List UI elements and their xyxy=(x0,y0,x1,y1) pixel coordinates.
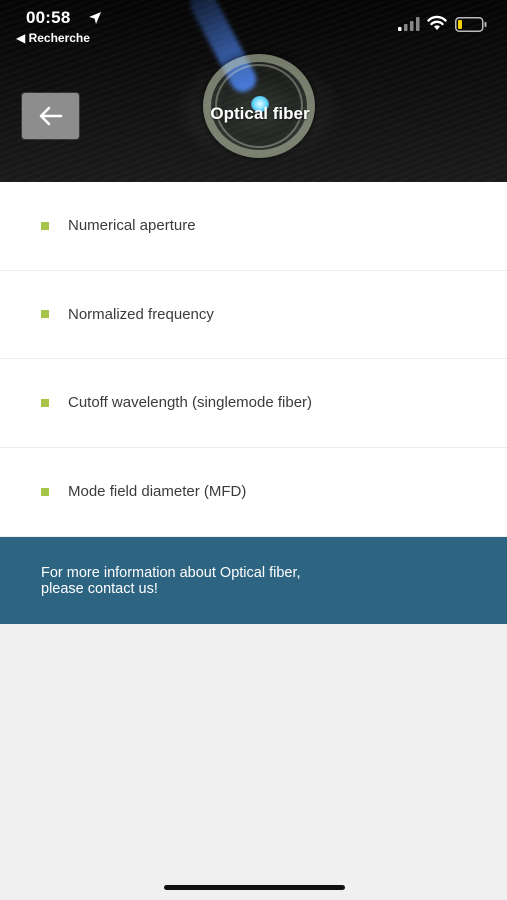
location-arrow-icon xyxy=(89,12,101,24)
bullet-icon xyxy=(41,398,49,407)
back-to-app-link[interactable]: ◀ Recherche xyxy=(16,31,90,45)
screen: 00:58 ◀ Recherche Optical fiber Numerica… xyxy=(0,0,507,900)
list-item-label: Normalized frequency xyxy=(68,305,214,323)
home-indicator[interactable] xyxy=(164,885,345,890)
contact-banner[interactable]: For more information about Optical fiber… xyxy=(0,537,507,624)
cellular-signal-icon xyxy=(398,17,420,31)
list-item-cutoff-wavelength[interactable]: Cutoff wavelength (singlemode fiber) xyxy=(0,359,507,448)
list-item-label: Mode field diameter (MFD) xyxy=(68,483,247,501)
list-item-label: Numerical aperture xyxy=(68,217,196,235)
list-item-mode-field-diameter[interactable]: Mode field diameter (MFD) xyxy=(0,448,507,537)
contact-text: For more information about Optical fiber… xyxy=(41,565,301,597)
topic-list: Numerical aperture Normalized frequency … xyxy=(0,182,507,536)
battery-icon xyxy=(455,17,487,32)
bullet-icon xyxy=(41,310,49,319)
list-item-numerical-aperture[interactable]: Numerical aperture xyxy=(0,182,507,271)
wifi-icon xyxy=(427,15,447,30)
status-bar: 00:58 ◀ Recherche xyxy=(0,0,507,50)
header-image: 00:58 ◀ Recherche Optical fiber xyxy=(0,0,507,182)
list-item-normalized-frequency[interactable]: Normalized frequency xyxy=(0,271,507,359)
page-title: Optical fiber xyxy=(210,104,310,123)
bullet-icon xyxy=(41,487,49,496)
list-item-label: Cutoff wavelength (singlemode fiber) xyxy=(68,394,313,412)
bullet-icon xyxy=(41,221,49,230)
status-time: 00:58 xyxy=(26,8,71,27)
